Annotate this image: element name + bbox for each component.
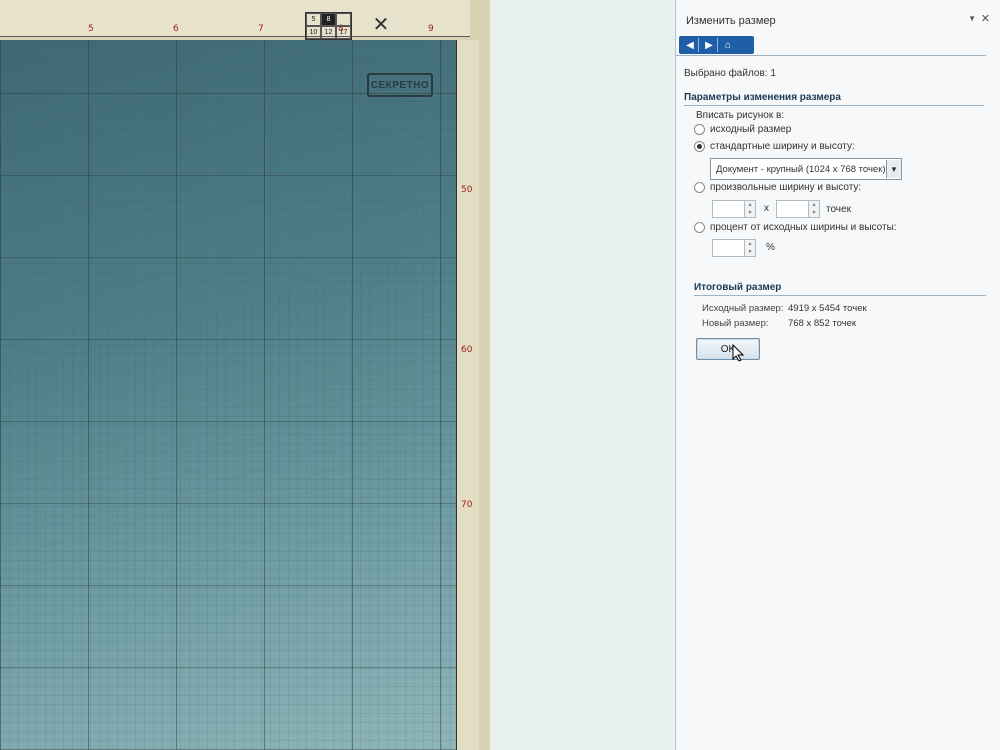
- radio-standard[interactable]: [694, 141, 705, 152]
- custom-height-input[interactable]: ▲ ▼: [776, 200, 820, 218]
- resize-panel: Изменить размер ▼ ✕ ◀ ▶ ⌂ Выбрано файлов…: [675, 0, 1000, 750]
- nav-divider: [676, 55, 986, 56]
- sheet-index-cell: 10: [306, 26, 321, 39]
- option-custom-size[interactable]: произвольные ширину и высоту:: [694, 182, 861, 193]
- option-custom-label: произвольные ширину и высоту:: [710, 182, 862, 193]
- percent-input[interactable]: ▲ ▼: [712, 239, 756, 257]
- original-size-label: Исходный размер:: [702, 303, 784, 314]
- sheet-index-cell: 5: [306, 13, 321, 26]
- width-field[interactable]: [713, 201, 744, 217]
- forward-icon[interactable]: ▶: [701, 38, 718, 52]
- scanned-map: 5 6 7 8 9 5 8 10 12 17 ✕ 50 60 70 СЕКРЕТ…: [0, 0, 490, 750]
- side-scale-label: 50: [461, 185, 473, 195]
- radio-custom[interactable]: [694, 182, 705, 193]
- radio-percent[interactable]: [694, 222, 705, 233]
- top-scale-label: 6: [173, 24, 179, 34]
- secret-stamp: СЕКРЕТНО: [367, 73, 433, 97]
- new-size-value: 768 x 852 точек: [788, 318, 857, 329]
- option-original-label: исходный размер: [710, 124, 792, 135]
- panel-menu-icon[interactable]: ▼: [968, 14, 976, 23]
- map-grid-area: [0, 40, 465, 750]
- option-percent-size[interactable]: процент от исходных ширины и высоты:: [694, 222, 897, 233]
- map-side-scale: 50 60 70: [456, 40, 479, 750]
- pixels-unit-label: точек: [826, 204, 851, 215]
- percent-field[interactable]: [713, 240, 744, 256]
- panel-title: Изменить размер: [686, 15, 776, 27]
- side-scale-label: 70: [461, 500, 473, 510]
- size-separator: x: [764, 203, 769, 214]
- option-original-size[interactable]: исходный размер: [694, 124, 791, 135]
- fit-image-label: Вписать рисунок в:: [696, 110, 785, 121]
- sheet-index-cell: [336, 13, 351, 26]
- files-selected-text: Выбрано файлов: 1: [684, 68, 776, 79]
- option-standard-label: стандартные ширину и высоту:: [710, 141, 855, 152]
- close-icon[interactable]: ✕: [981, 12, 990, 25]
- new-size-label: Новый размер:: [702, 318, 769, 329]
- sheet-index-cell: 8: [321, 13, 336, 26]
- height-stepper[interactable]: ▲ ▼: [808, 201, 819, 217]
- top-scale-label: 7: [258, 24, 264, 34]
- standard-size-select[interactable]: Документ - крупный (1024 x 768 точек) ▼: [710, 158, 902, 180]
- standard-size-value: Документ - крупный (1024 x 768 точек): [716, 163, 886, 175]
- side-scale-label: 60: [461, 345, 473, 355]
- home-icon[interactable]: ⌂: [720, 38, 736, 52]
- panel-titlebar: Изменить размер ▼ ✕: [676, 8, 996, 34]
- percent-unit-label: %: [766, 242, 775, 253]
- top-scale-label: 9: [428, 24, 434, 34]
- map-sheet-index: 5 8 10 12 17: [305, 12, 352, 40]
- sheet-index-cell: 17: [336, 26, 351, 39]
- sheet-index-cell: 12: [321, 26, 336, 39]
- radio-selected-dot: [697, 144, 702, 149]
- custom-width-input[interactable]: ▲ ▼: [712, 200, 756, 218]
- result-size-header: Итоговый размер: [694, 282, 986, 296]
- radio-original[interactable]: [694, 124, 705, 135]
- mouse-cursor-icon: [732, 344, 744, 362]
- chevron-down-icon[interactable]: ▼: [886, 160, 901, 178]
- original-size-value: 4919 x 5454 точек: [788, 303, 867, 314]
- map-header-strip: 5 6 7 8 9: [0, 0, 470, 37]
- percent-stepper[interactable]: ▲ ▼: [744, 240, 755, 256]
- north-arrow-icon: ✕: [372, 14, 390, 36]
- resize-params-header: Параметры изменения размера: [684, 92, 984, 106]
- top-scale-label: 5: [88, 24, 94, 34]
- option-standard-size[interactable]: стандартные ширину и высоту:: [694, 141, 855, 152]
- width-stepper[interactable]: ▲ ▼: [744, 201, 755, 217]
- panel-nav-bar: ◀ ▶ ⌂: [679, 36, 754, 54]
- height-field[interactable]: [777, 201, 808, 217]
- option-percent-label: процент от исходных ширины и высоты:: [710, 222, 897, 233]
- ok-button[interactable]: OK: [696, 338, 760, 360]
- back-icon[interactable]: ◀: [682, 38, 699, 52]
- image-canvas: 5 6 7 8 9 5 8 10 12 17 ✕ 50 60 70 СЕКРЕТ…: [0, 0, 675, 750]
